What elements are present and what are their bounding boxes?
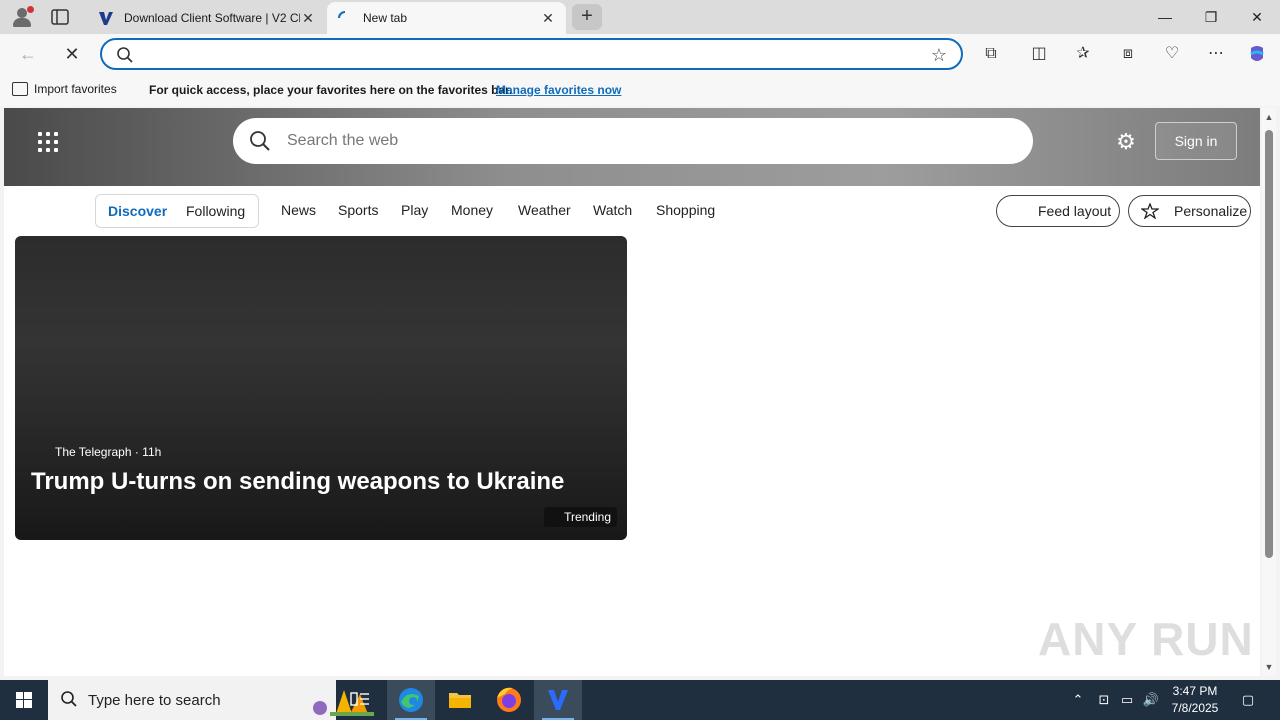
search-icon	[250, 131, 270, 151]
search-icon	[61, 691, 77, 707]
copilot-icon[interactable]	[1247, 44, 1267, 64]
new-tab-page: Search the web ⚙ Sign in Discover Follow…	[4, 108, 1260, 676]
scroll-thumb[interactable]	[1265, 130, 1273, 558]
favorites-bar-message: For quick access, place your favorites h…	[149, 83, 513, 97]
maximize-button[interactable]: ❐	[1188, 0, 1234, 34]
clock-date: 7/8/2025	[1171, 701, 1219, 715]
page-scrollbar[interactable]: ▲ ▼	[1262, 108, 1276, 676]
firefox-icon[interactable]	[485, 680, 533, 720]
personalize-button[interactable]: Personalize	[1128, 195, 1251, 227]
tab-label: New tab	[363, 11, 408, 25]
tab-discover[interactable]: Discover	[108, 203, 167, 219]
tray-chevron-icon[interactable]: ⌃	[1068, 680, 1088, 720]
nav-sports[interactable]: Sports	[338, 202, 378, 218]
nav-watch[interactable]: Watch	[593, 202, 632, 218]
browser-essentials-icon[interactable]: ♡	[1162, 44, 1182, 64]
trending-badge: Trending	[544, 507, 617, 527]
tray-network-icon[interactable]: ▭	[1117, 680, 1137, 720]
minimize-button[interactable]: —	[1142, 0, 1188, 34]
split-screen-icon[interactable]: ◫	[1029, 44, 1049, 64]
news-card[interactable]: The Telegraph · 11h Trump U-turns on sen…	[15, 236, 627, 540]
import-favorites-label: Import favorites	[34, 82, 117, 96]
nav-weather[interactable]: Weather	[518, 202, 571, 218]
taskbar-search-placeholder: Type here to search	[88, 692, 221, 709]
file-explorer-icon[interactable]	[436, 680, 484, 720]
web-search-placeholder: Search the web	[287, 132, 399, 149]
nav-shopping[interactable]: Shopping	[656, 202, 715, 218]
web-search-box[interactable]: Search the web	[233, 118, 1033, 164]
close-tab-icon[interactable]: ✕	[300, 10, 316, 27]
more-icon[interactable]: ⋯	[1206, 44, 1226, 64]
taskbar: Type here to search ⌃ ⊡ ▭ 🔊 3:47 PM 7/8/…	[0, 680, 1280, 720]
new-tab-button[interactable]: +	[572, 4, 602, 30]
manage-favorites-link[interactable]: Manage favorites now	[496, 83, 621, 97]
windows-start-icon[interactable]	[0, 680, 48, 720]
import-icon	[12, 82, 28, 96]
gear-icon[interactable]: ⚙	[1114, 130, 1138, 154]
feed-layout-button[interactable]: Feed layout	[996, 195, 1120, 227]
back-icon[interactable]: ←	[16, 42, 40, 66]
nav-money[interactable]: Money	[451, 202, 493, 218]
task-view-icon[interactable]	[336, 680, 384, 720]
extensions-icon[interactable]: ⧉	[981, 44, 1001, 64]
system-clock[interactable]: 3:47 PM 7/8/2025	[1160, 683, 1230, 717]
import-favorites-button[interactable]: Import favorites	[12, 82, 117, 96]
favorites-icon[interactable]: ✰	[1073, 44, 1093, 64]
collections-icon[interactable]: ⧈	[1118, 44, 1138, 64]
loading-icon	[338, 11, 346, 19]
toolbar: ← ✕ ☆ ⧉ ◫ ✰ ⧈ ♡ ⋯	[0, 34, 1280, 74]
edge-icon[interactable]	[387, 680, 435, 720]
taskbar-search[interactable]: Type here to search	[48, 680, 374, 720]
nav-news[interactable]: News	[281, 202, 316, 218]
favorites-bar: Import favorites For quick access, place…	[0, 74, 1280, 106]
close-window-button[interactable]: ✕	[1234, 0, 1280, 34]
scroll-up-icon[interactable]: ▲	[1264, 112, 1274, 122]
address-bar[interactable]: ☆	[100, 38, 963, 70]
sign-in-button[interactable]: Sign in	[1155, 122, 1237, 160]
tray-network-status-icon[interactable]: ⊡	[1094, 680, 1114, 720]
v2-app-icon[interactable]	[534, 680, 582, 720]
feed-segment: Discover Following	[95, 194, 259, 228]
feed-nav: Discover Following News Sports Play Mone…	[4, 194, 1260, 230]
news-headline[interactable]: Trump U-turns on sending weapons to Ukra…	[31, 468, 564, 496]
feed-layout-label: Feed layout	[1038, 203, 1112, 219]
personalize-label: Personalize	[1174, 203, 1248, 219]
personalize-icon	[1141, 203, 1159, 219]
news-source: The Telegraph · 11h	[55, 445, 162, 459]
clock-time: 3:47 PM	[1172, 684, 1218, 698]
apps-grid-icon[interactable]	[38, 132, 58, 152]
close-tab-icon[interactable]: ✕	[540, 10, 556, 27]
watermark: ANY RUN	[1038, 613, 1254, 665]
tab-actions-icon[interactable]	[50, 8, 70, 26]
tab-download-client[interactable]: Download Client Software | V2 Cl ✕	[88, 2, 326, 34]
tab-new-tab[interactable]: New tab ✕	[327, 2, 566, 34]
stop-icon[interactable]: ✕	[60, 42, 84, 66]
profile-icon[interactable]	[10, 6, 34, 28]
tab-following[interactable]: Following	[186, 203, 245, 219]
title-bar: Download Client Software | V2 Cl ✕ New t…	[0, 0, 1280, 34]
star-icon[interactable]: ☆	[931, 45, 947, 66]
notifications-icon[interactable]: ▢	[1236, 680, 1260, 720]
v2-favicon	[99, 12, 113, 25]
search-icon	[117, 47, 133, 63]
scroll-down-icon[interactable]: ▼	[1264, 662, 1274, 672]
tray-volume-icon[interactable]: 🔊	[1140, 680, 1162, 720]
hero-banner: Search the web ⚙ Sign in	[4, 108, 1260, 186]
nav-play[interactable]: Play	[401, 202, 428, 218]
tab-label: Download Client Software | V2 Cl	[124, 11, 300, 25]
